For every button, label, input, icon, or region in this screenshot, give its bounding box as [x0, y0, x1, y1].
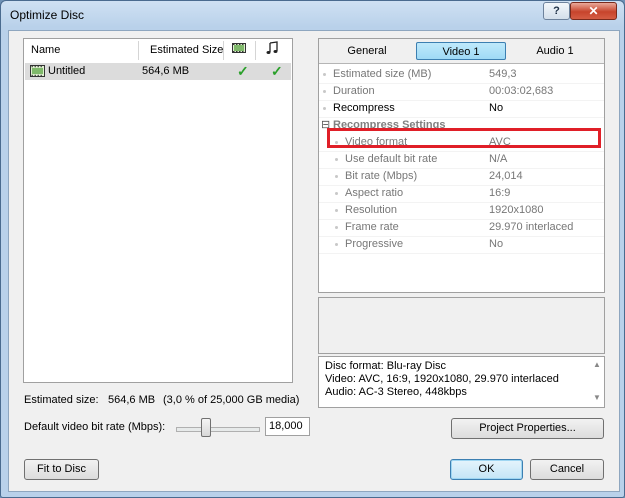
property-name: Progressive [345, 238, 404, 250]
tab-audio-1[interactable]: Audio 1 [509, 42, 601, 60]
title-bar[interactable]: Optimize Disc ? ✕ [1, 1, 624, 31]
property-value[interactable]: No [489, 100, 503, 117]
property-value: 00:03:02,683 [489, 85, 554, 97]
help-button[interactable]: ? [543, 2, 570, 20]
bullet-icon [323, 90, 326, 93]
property-grid[interactable]: General Video 1 Audio 1 Estimated size (… [318, 38, 605, 293]
project-properties-button[interactable]: Project Properties... [451, 418, 604, 439]
column-header-estimated-size[interactable]: Estimated Size [150, 39, 223, 62]
property-row-progressive[interactable]: Progressive No [319, 236, 604, 254]
column-header-name[interactable]: Name [31, 39, 60, 62]
property-row-frame-rate[interactable]: Frame rate 29.970 interlaced [319, 219, 604, 237]
tab-video-1[interactable]: Video 1 [416, 42, 506, 60]
bit-rate-input[interactable]: 18,000 [265, 417, 310, 436]
property-value: 1920x1080 [489, 204, 544, 216]
property-value: 29.970 interlaced [489, 221, 574, 233]
bit-rate-slider-track[interactable] [176, 427, 260, 432]
cancel-button[interactable]: Cancel [530, 459, 604, 480]
bit-rate-slider-thumb[interactable] [201, 418, 211, 437]
recompress-highlight-box [327, 128, 601, 148]
column-separator [138, 41, 139, 60]
property-name: Resolution [345, 204, 397, 216]
property-row-aspect-ratio[interactable]: Aspect ratio 16:9 [319, 185, 604, 203]
property-row-recompress[interactable]: Recompress No [319, 100, 604, 118]
dialog-body: Name Estimated Size Untitled 564,6 MB ✓ … [8, 30, 620, 492]
ok-button[interactable]: OK [450, 459, 523, 480]
property-name: Use default bit rate [345, 153, 438, 165]
check-icon: ✓ [271, 63, 283, 79]
property-row-use-default-bit-rate[interactable]: Use default bit rate N/A [319, 151, 604, 169]
title-list[interactable]: Name Estimated Size Untitled 564,6 MB ✓ … [23, 38, 293, 383]
estimated-size-label: Estimated size: [24, 394, 99, 406]
fit-to-disc-button[interactable]: Fit to Disc [24, 459, 99, 480]
list-item-size: 564,6 MB [142, 65, 190, 77]
scroll-up-icon[interactable]: ▲ [593, 361, 601, 369]
optimize-disc-window: Optimize Disc ? ✕ Name Estimated Size Un… [0, 0, 625, 498]
check-icon: ✓ [237, 63, 249, 79]
property-value: 16:9 [489, 187, 511, 199]
property-row-bit-rate[interactable]: Bit rate (Mbps) 24,014 [319, 168, 604, 186]
bullet-icon [335, 175, 338, 178]
property-row-estimated-size[interactable]: Estimated size (MB) 549,3 [319, 66, 604, 84]
film-icon [30, 65, 45, 83]
scroll-down-icon[interactable]: ▼ [593, 394, 601, 402]
film-icon[interactable] [232, 41, 246, 64]
property-value: 549,3 [489, 68, 517, 80]
tab-strip: General Video 1 Audio 1 [319, 39, 604, 64]
info-disc-format: Disc format: Blu-ray Disc [325, 360, 447, 372]
bullet-icon [335, 209, 338, 212]
bullet-icon [335, 226, 338, 229]
list-item[interactable]: Untitled 564,6 MB ✓ ✓ [25, 63, 291, 80]
column-separator [223, 41, 224, 60]
estimated-size-value: 564,6 MB [108, 394, 156, 406]
property-value: No [489, 238, 504, 250]
bullet-icon [335, 243, 338, 246]
property-description [318, 297, 605, 354]
music-note-icon[interactable] [265, 41, 279, 64]
info-audio: Audio: AC-3 Stereo, 448kbps [325, 386, 467, 398]
info-video: Video: AVC, 16:9, 1920x1080, 29.970 inte… [325, 373, 559, 385]
column-separator [255, 41, 256, 60]
close-button[interactable]: ✕ [570, 2, 617, 20]
property-name: Duration [333, 85, 375, 97]
list-item-name: Untitled [48, 65, 86, 77]
window-title: Optimize Disc [10, 8, 85, 22]
bullet-icon [323, 73, 326, 76]
property-value: N/A [489, 153, 508, 165]
property-value: 24,014 [489, 170, 523, 182]
property-row-resolution[interactable]: Resolution 1920x1080 [319, 202, 604, 220]
property-row-duration[interactable]: Duration 00:03:02,683 [319, 83, 604, 101]
bullet-icon [335, 158, 338, 161]
property-name: Aspect ratio [345, 187, 404, 199]
estimated-size-detail: (3,0 % of 25,000 GB media) [163, 394, 300, 406]
property-name: Recompress [333, 102, 395, 114]
bullet-icon [323, 107, 326, 110]
property-name: Frame rate [345, 221, 399, 233]
bullet-icon [335, 192, 338, 195]
tab-general[interactable]: General [323, 42, 411, 60]
property-name: Estimated size (MB) [333, 68, 432, 80]
disc-info-box: Disc format: Blu-ray Disc Video: AVC, 16… [318, 356, 605, 408]
default-bit-rate-label: Default video bit rate (Mbps): [24, 421, 166, 433]
property-name: Bit rate (Mbps) [345, 170, 418, 182]
